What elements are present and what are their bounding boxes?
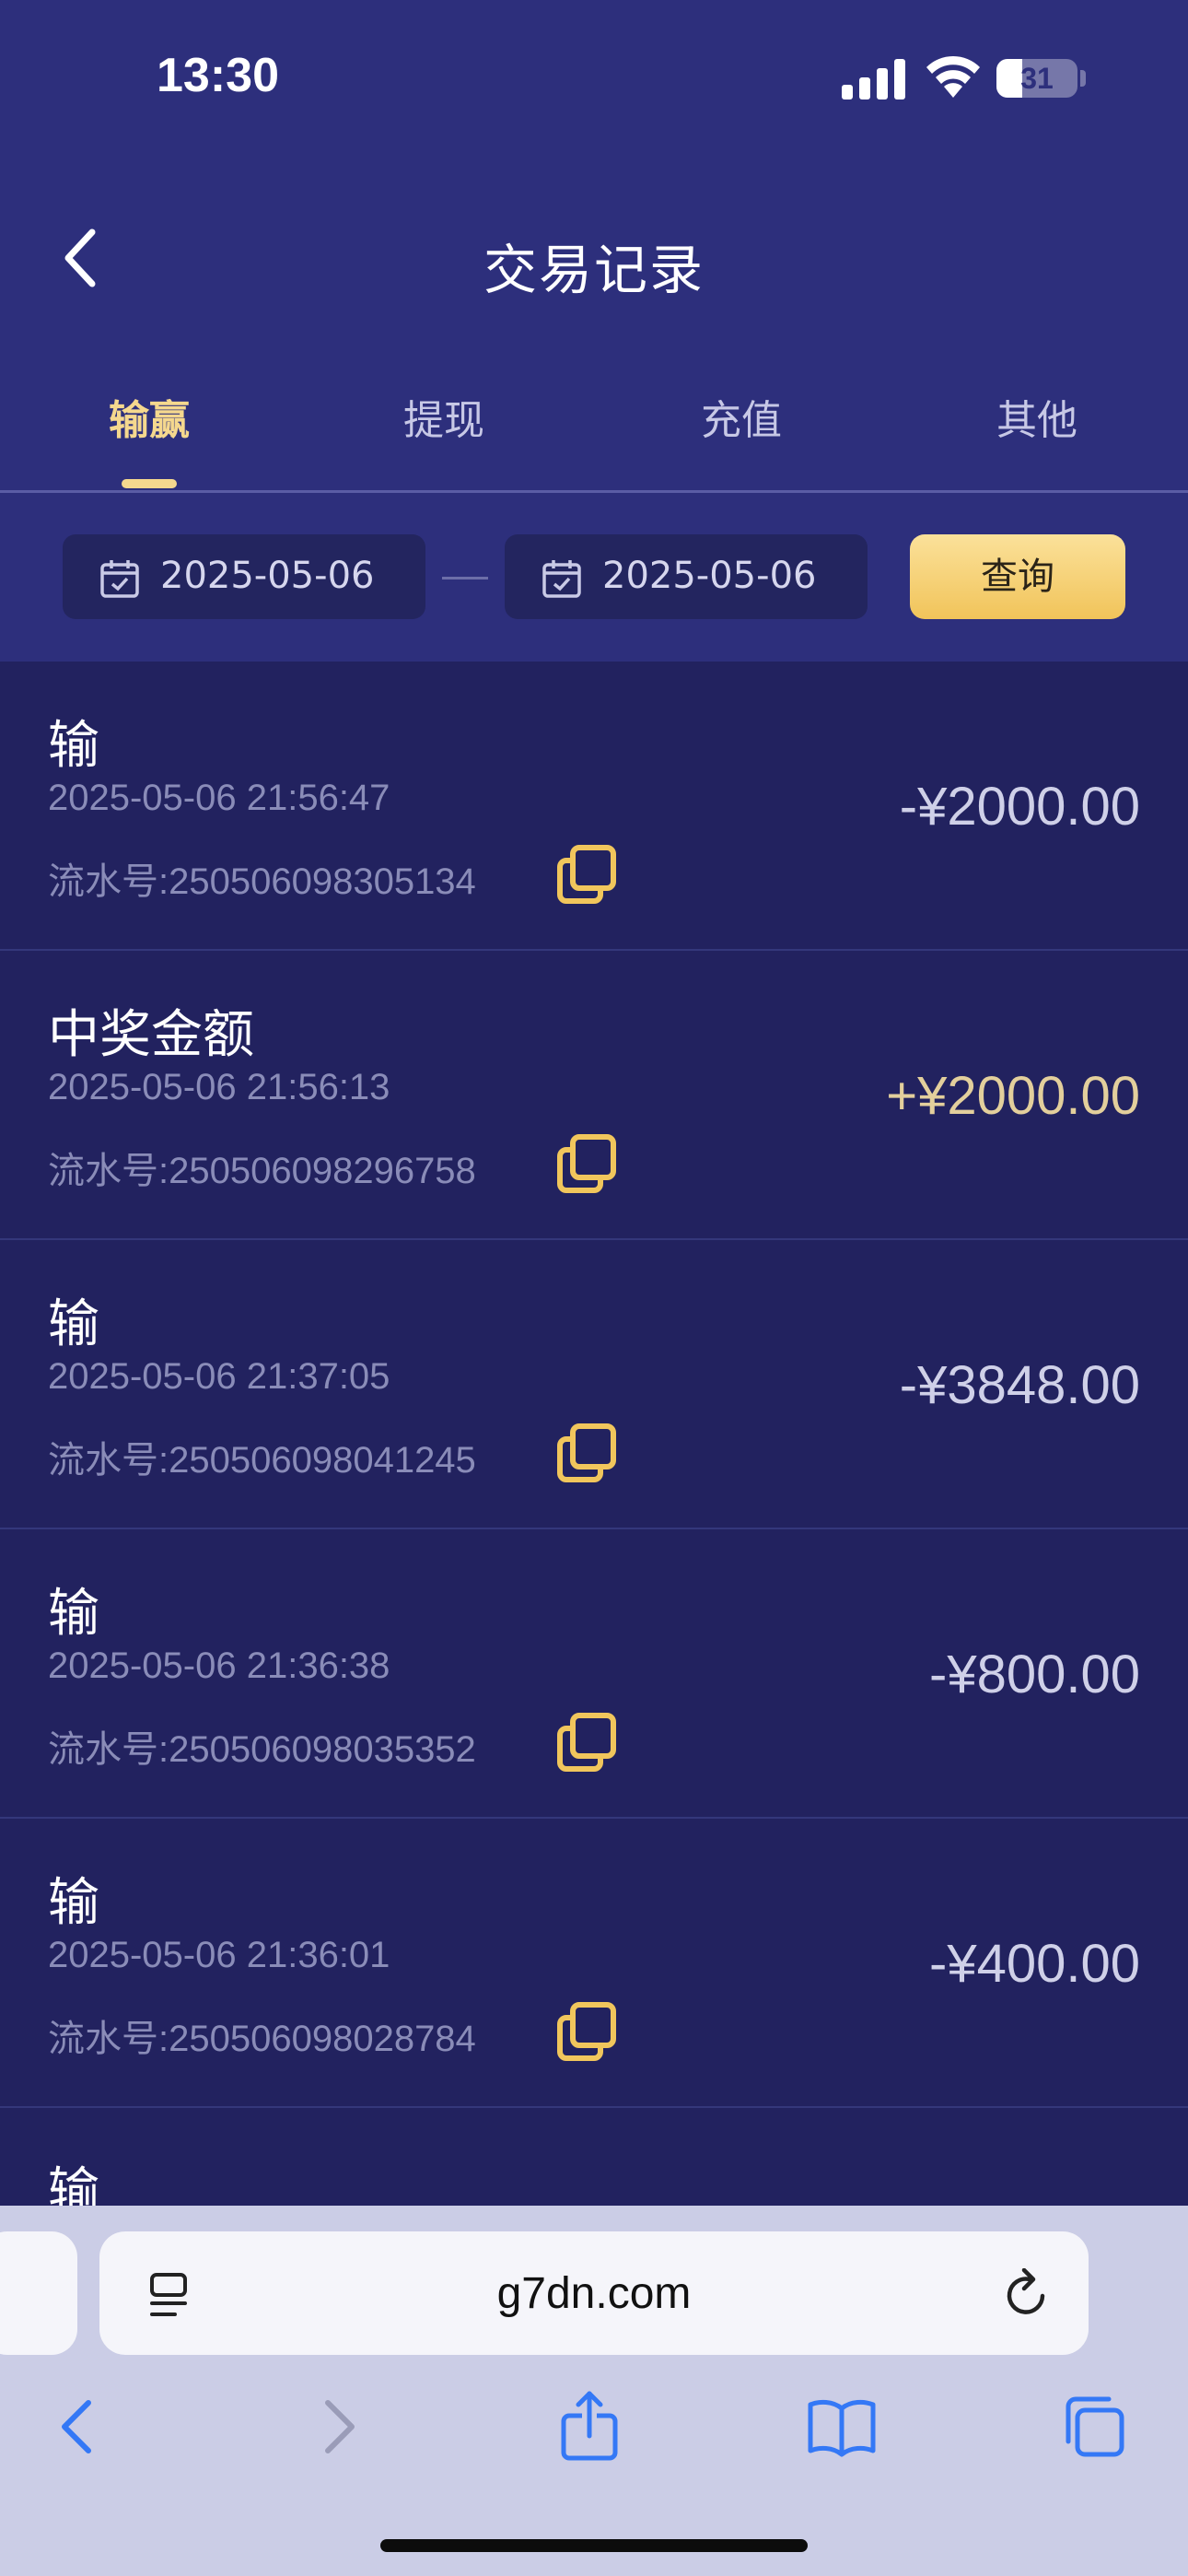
record-serial: 流水号:250506098305134 (48, 861, 476, 902)
record-type: 输 (48, 2162, 99, 2206)
record-serial: 流水号:250506098035352 (48, 1729, 476, 1770)
record-time: 2025-05-06 21:36:38 (48, 1645, 390, 1686)
tab-withdraw[interactable]: 提现 (352, 387, 536, 446)
end-date-picker[interactable]: 2025-05-06 (505, 534, 868, 619)
record-serial: 流水号:250506098296758 (48, 1151, 476, 1191)
copy-icon[interactable] (553, 1997, 623, 2067)
copy-icon[interactable] (553, 1708, 623, 1778)
tab-win-loss[interactable]: 输赢 (57, 387, 241, 446)
query-button[interactable]: 查询 (910, 534, 1125, 619)
tabs-icon[interactable] (1057, 2390, 1131, 2464)
transaction-list[interactable]: 输 2025-05-06 21:56:47 流水号:25050609830513… (0, 662, 1188, 2206)
list-item: 输 2025-05-06 21:56:47 流水号:25050609830513… (0, 662, 1188, 951)
record-amount: -¥3848.00 (899, 1355, 1140, 1415)
copy-icon[interactable] (553, 1419, 623, 1489)
record-time: 2025-05-06 21:56:47 (48, 778, 390, 818)
record-amount: -¥2000.00 (899, 777, 1140, 837)
copy-icon[interactable] (553, 840, 623, 910)
tab-deposit[interactable]: 充值 (649, 387, 833, 446)
page-title: 交易记录 (483, 239, 705, 301)
status-time: 13:30 (157, 49, 279, 102)
tab-bar: 输赢 提现 充值 其他 (0, 387, 1188, 488)
browser-back-icon[interactable] (42, 2390, 116, 2464)
record-serial: 流水号:250506098041245 (48, 1440, 476, 1481)
calendar-icon (100, 560, 139, 598)
record-time: 2025-05-06 21:56:13 (48, 1067, 390, 1107)
record-type: 中奖金额 (48, 1005, 254, 1065)
copy-icon[interactable] (553, 1130, 623, 1200)
cellular-signal-icon (842, 59, 905, 100)
end-date-value: 2025-05-06 (602, 555, 817, 597)
record-amount: -¥400.00 (929, 1934, 1140, 1994)
calendar-icon (542, 560, 581, 598)
start-date-value: 2025-05-06 (160, 555, 375, 597)
browser-forward-icon[interactable] (300, 2390, 374, 2464)
record-type: 输 (48, 1584, 99, 1644)
record-serial: 流水号:250506098028784 (48, 2019, 476, 2059)
wifi-icon (926, 55, 980, 98)
record-amount: +¥2000.00 (886, 1066, 1140, 1126)
record-type: 输 (48, 1873, 99, 1933)
date-range-separator (442, 577, 488, 580)
battery-level: 31 (1020, 62, 1054, 95)
battery-tip (1080, 70, 1086, 87)
start-date-picker[interactable]: 2025-05-06 (63, 534, 425, 619)
list-item: 输 2025-05-06 21:36:01 流水号:25050609802878… (0, 1819, 1188, 2108)
list-item: 输 (0, 2108, 1188, 2206)
tab-other[interactable]: 其他 (945, 387, 1129, 446)
list-item: 中奖金额 2025-05-06 21:56:13 流水号:25050609829… (0, 951, 1188, 1240)
tabs-divider (0, 490, 1188, 493)
list-item: 输 2025-05-06 21:37:05 流水号:25050609804124… (0, 1240, 1188, 1529)
previous-tab-preview[interactable] (0, 2231, 77, 2355)
record-amount: -¥800.00 (929, 1645, 1140, 1704)
browser-toolbar: g7dn.com (0, 2206, 1188, 2576)
record-type: 输 (48, 1294, 99, 1354)
home-indicator (380, 2539, 808, 2552)
list-item: 输 2025-05-06 21:36:38 流水号:25050609803535… (0, 1529, 1188, 1819)
record-time: 2025-05-06 21:37:05 (48, 1356, 390, 1397)
reload-icon[interactable] (1002, 2268, 1052, 2320)
url-text: g7dn.com (496, 2269, 692, 2318)
share-icon[interactable] (553, 2390, 626, 2464)
record-type: 输 (48, 716, 99, 776)
record-time: 2025-05-06 21:36:01 (48, 1935, 390, 1975)
battery-icon: 31 (996, 59, 1077, 98)
address-bar[interactable]: g7dn.com (99, 2231, 1089, 2355)
active-tab-indicator (122, 479, 177, 488)
bookmarks-icon[interactable] (805, 2390, 879, 2464)
